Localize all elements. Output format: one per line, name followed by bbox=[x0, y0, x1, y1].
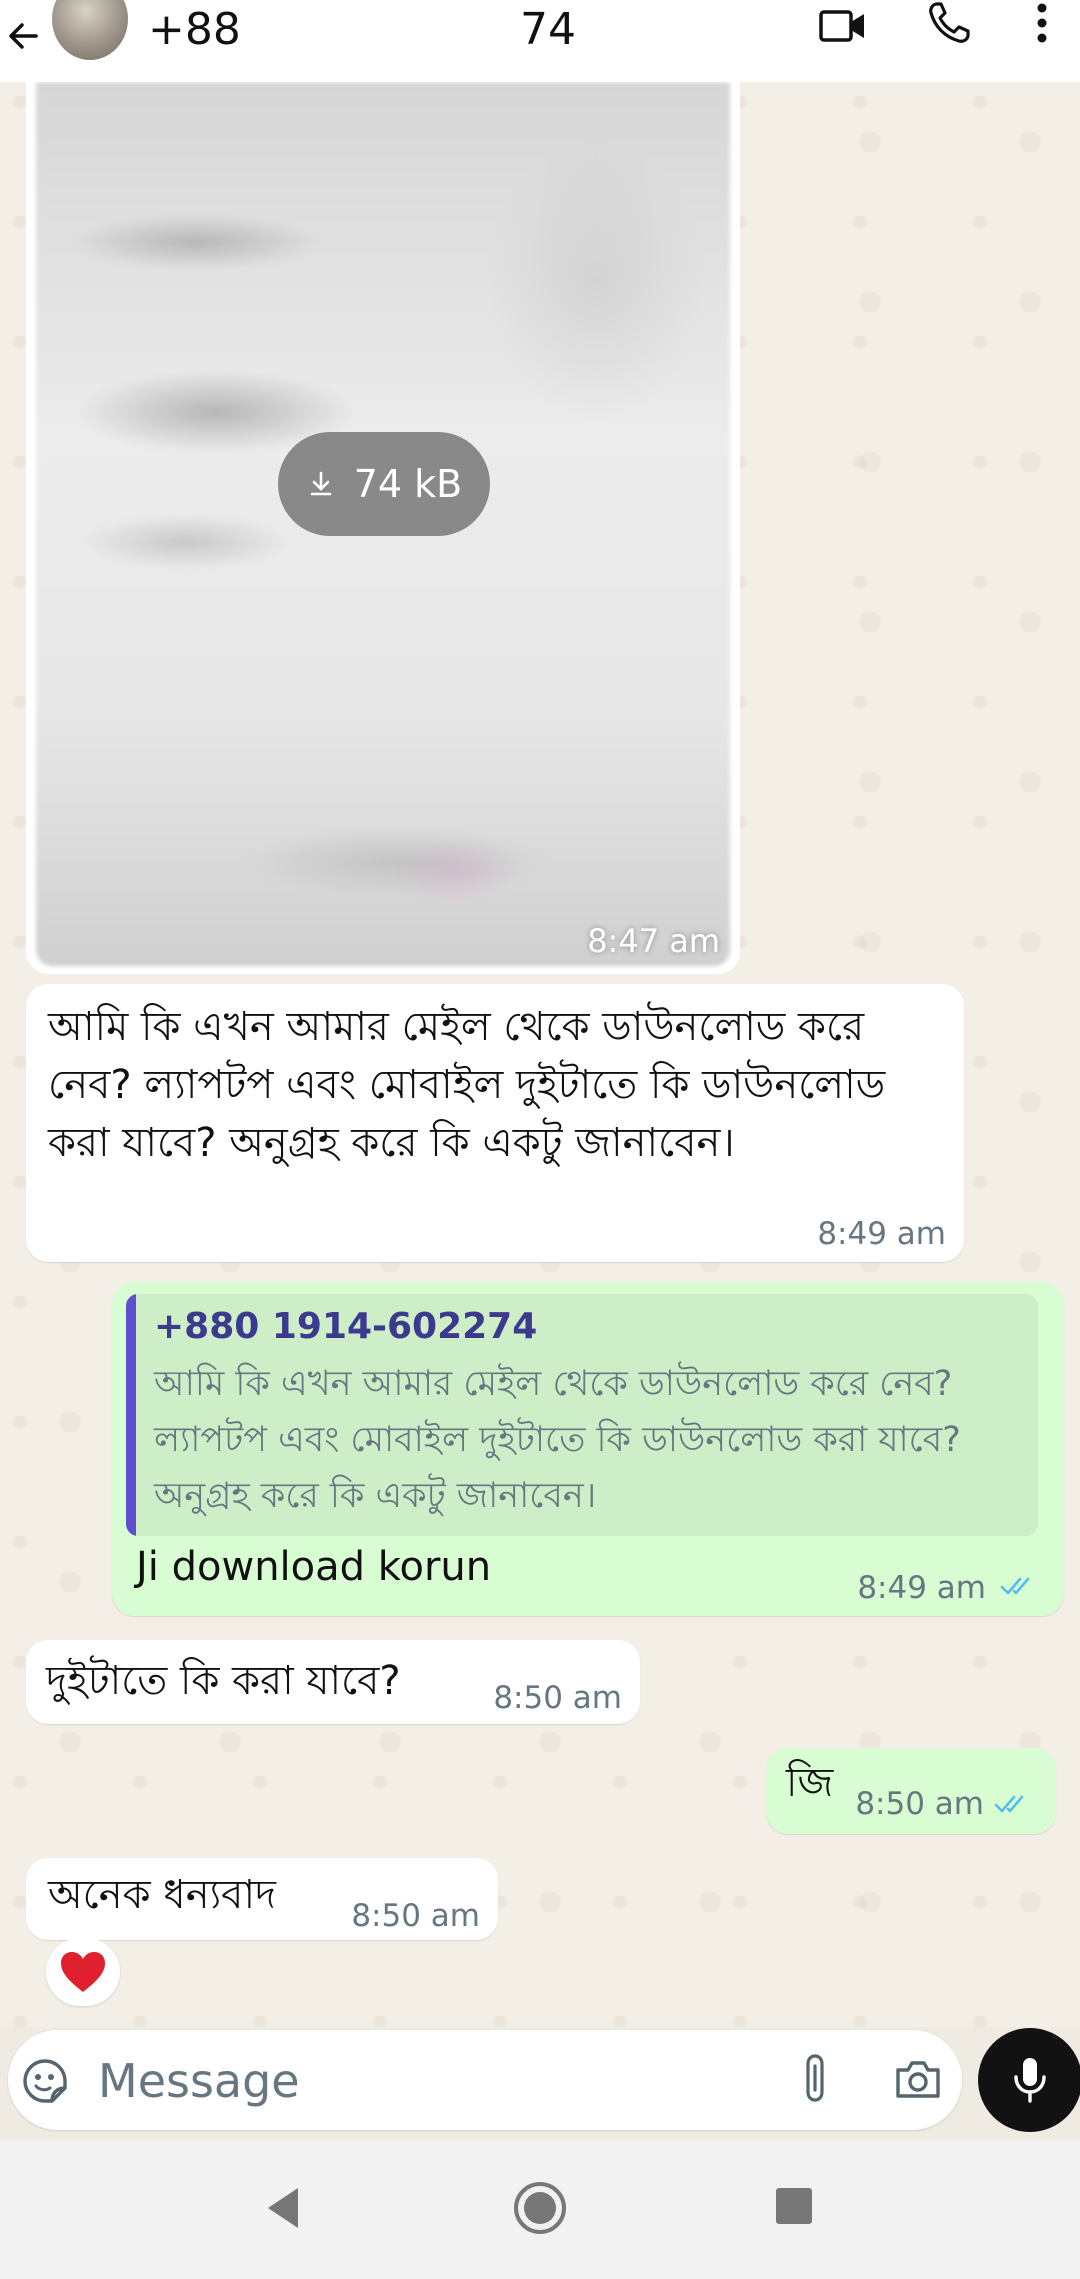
image-message[interactable]: 74 kB 8:47 am bbox=[26, 82, 740, 974]
system-navigation-bar bbox=[0, 2140, 1080, 2279]
attach-paperclip-icon[interactable] bbox=[798, 2052, 834, 2108]
message-time: 8:49 am bbox=[817, 1216, 946, 1252]
message-time: 8:50 am bbox=[855, 1786, 984, 1822]
incoming-message[interactable]: আমি কি এখন আমার মেইল থেকে ডাউনলোড করে নে… bbox=[26, 984, 964, 1262]
microphone-icon bbox=[1014, 2058, 1046, 2103]
message-time: 8:47 am bbox=[587, 922, 720, 960]
message-input[interactable] bbox=[96, 2044, 780, 2118]
outgoing-message[interactable]: জি 8:50 am bbox=[766, 1748, 1056, 1834]
voice-call-icon[interactable] bbox=[926, 0, 972, 46]
message-text: জি bbox=[786, 1760, 834, 1806]
heart-reaction[interactable] bbox=[46, 1938, 120, 2006]
incoming-message[interactable]: অনেক ধন্যবাদ 8:50 am bbox=[26, 1858, 498, 1940]
voice-record-button[interactable] bbox=[978, 2028, 1080, 2132]
more-options-icon[interactable] bbox=[1028, 0, 1056, 48]
back-arrow-icon[interactable] bbox=[6, 14, 50, 58]
message-time: 8:49 am bbox=[857, 1570, 986, 1606]
camera-icon[interactable] bbox=[894, 2056, 942, 2102]
video-call-icon[interactable] bbox=[818, 4, 868, 48]
sticker-emoji-icon[interactable] bbox=[22, 2058, 68, 2104]
message-text: অনেক ধন্যবাদ bbox=[48, 1872, 277, 1918]
message-time: 8:50 am bbox=[351, 1898, 480, 1934]
incoming-message[interactable]: দুইটাতে কি করা যাবে? 8:50 am bbox=[26, 1640, 640, 1724]
quote-author: +880 1914-602274 bbox=[154, 1306, 538, 1347]
contact-avatar[interactable] bbox=[52, 0, 128, 60]
chat-header: +88 74 bbox=[0, 0, 1080, 82]
nav-recents-icon[interactable] bbox=[776, 2188, 812, 2224]
quoted-message[interactable]: +880 1914-602274 আমি কি এখন আমার মেইল থে… bbox=[126, 1294, 1038, 1536]
message-text: Ji download korun bbox=[136, 1544, 492, 1590]
message-text: আমি কি এখন আমার মেইল থেকে ডাউনলোড করে নে… bbox=[48, 1004, 886, 1166]
nav-home-icon[interactable] bbox=[512, 2180, 568, 2236]
download-icon bbox=[310, 471, 332, 496]
download-size-label: 74 kB bbox=[353, 462, 463, 506]
contact-name-prefix[interactable]: +88 bbox=[148, 4, 241, 55]
read-ticks-icon bbox=[1000, 1577, 1030, 1595]
message-time: 8:50 am bbox=[493, 1680, 622, 1716]
heart-icon bbox=[61, 1952, 105, 1992]
quote-text: আমি কি এখন আমার মেইল থেকে ডাউনলোড করে নে… bbox=[154, 1364, 961, 1516]
quote-bar bbox=[126, 1294, 136, 1536]
nav-back-icon[interactable] bbox=[262, 2184, 304, 2232]
message-composer bbox=[8, 2030, 962, 2130]
download-button[interactable]: 74 kB bbox=[278, 432, 490, 536]
outgoing-message[interactable]: +880 1914-602274 আমি কি এখন আমার মেইল থে… bbox=[112, 1282, 1064, 1616]
read-ticks-icon bbox=[994, 1795, 1024, 1813]
contact-name-suffix[interactable]: 74 bbox=[520, 4, 576, 55]
message-text: দুইটাতে কি করা যাবে? bbox=[46, 1658, 401, 1704]
